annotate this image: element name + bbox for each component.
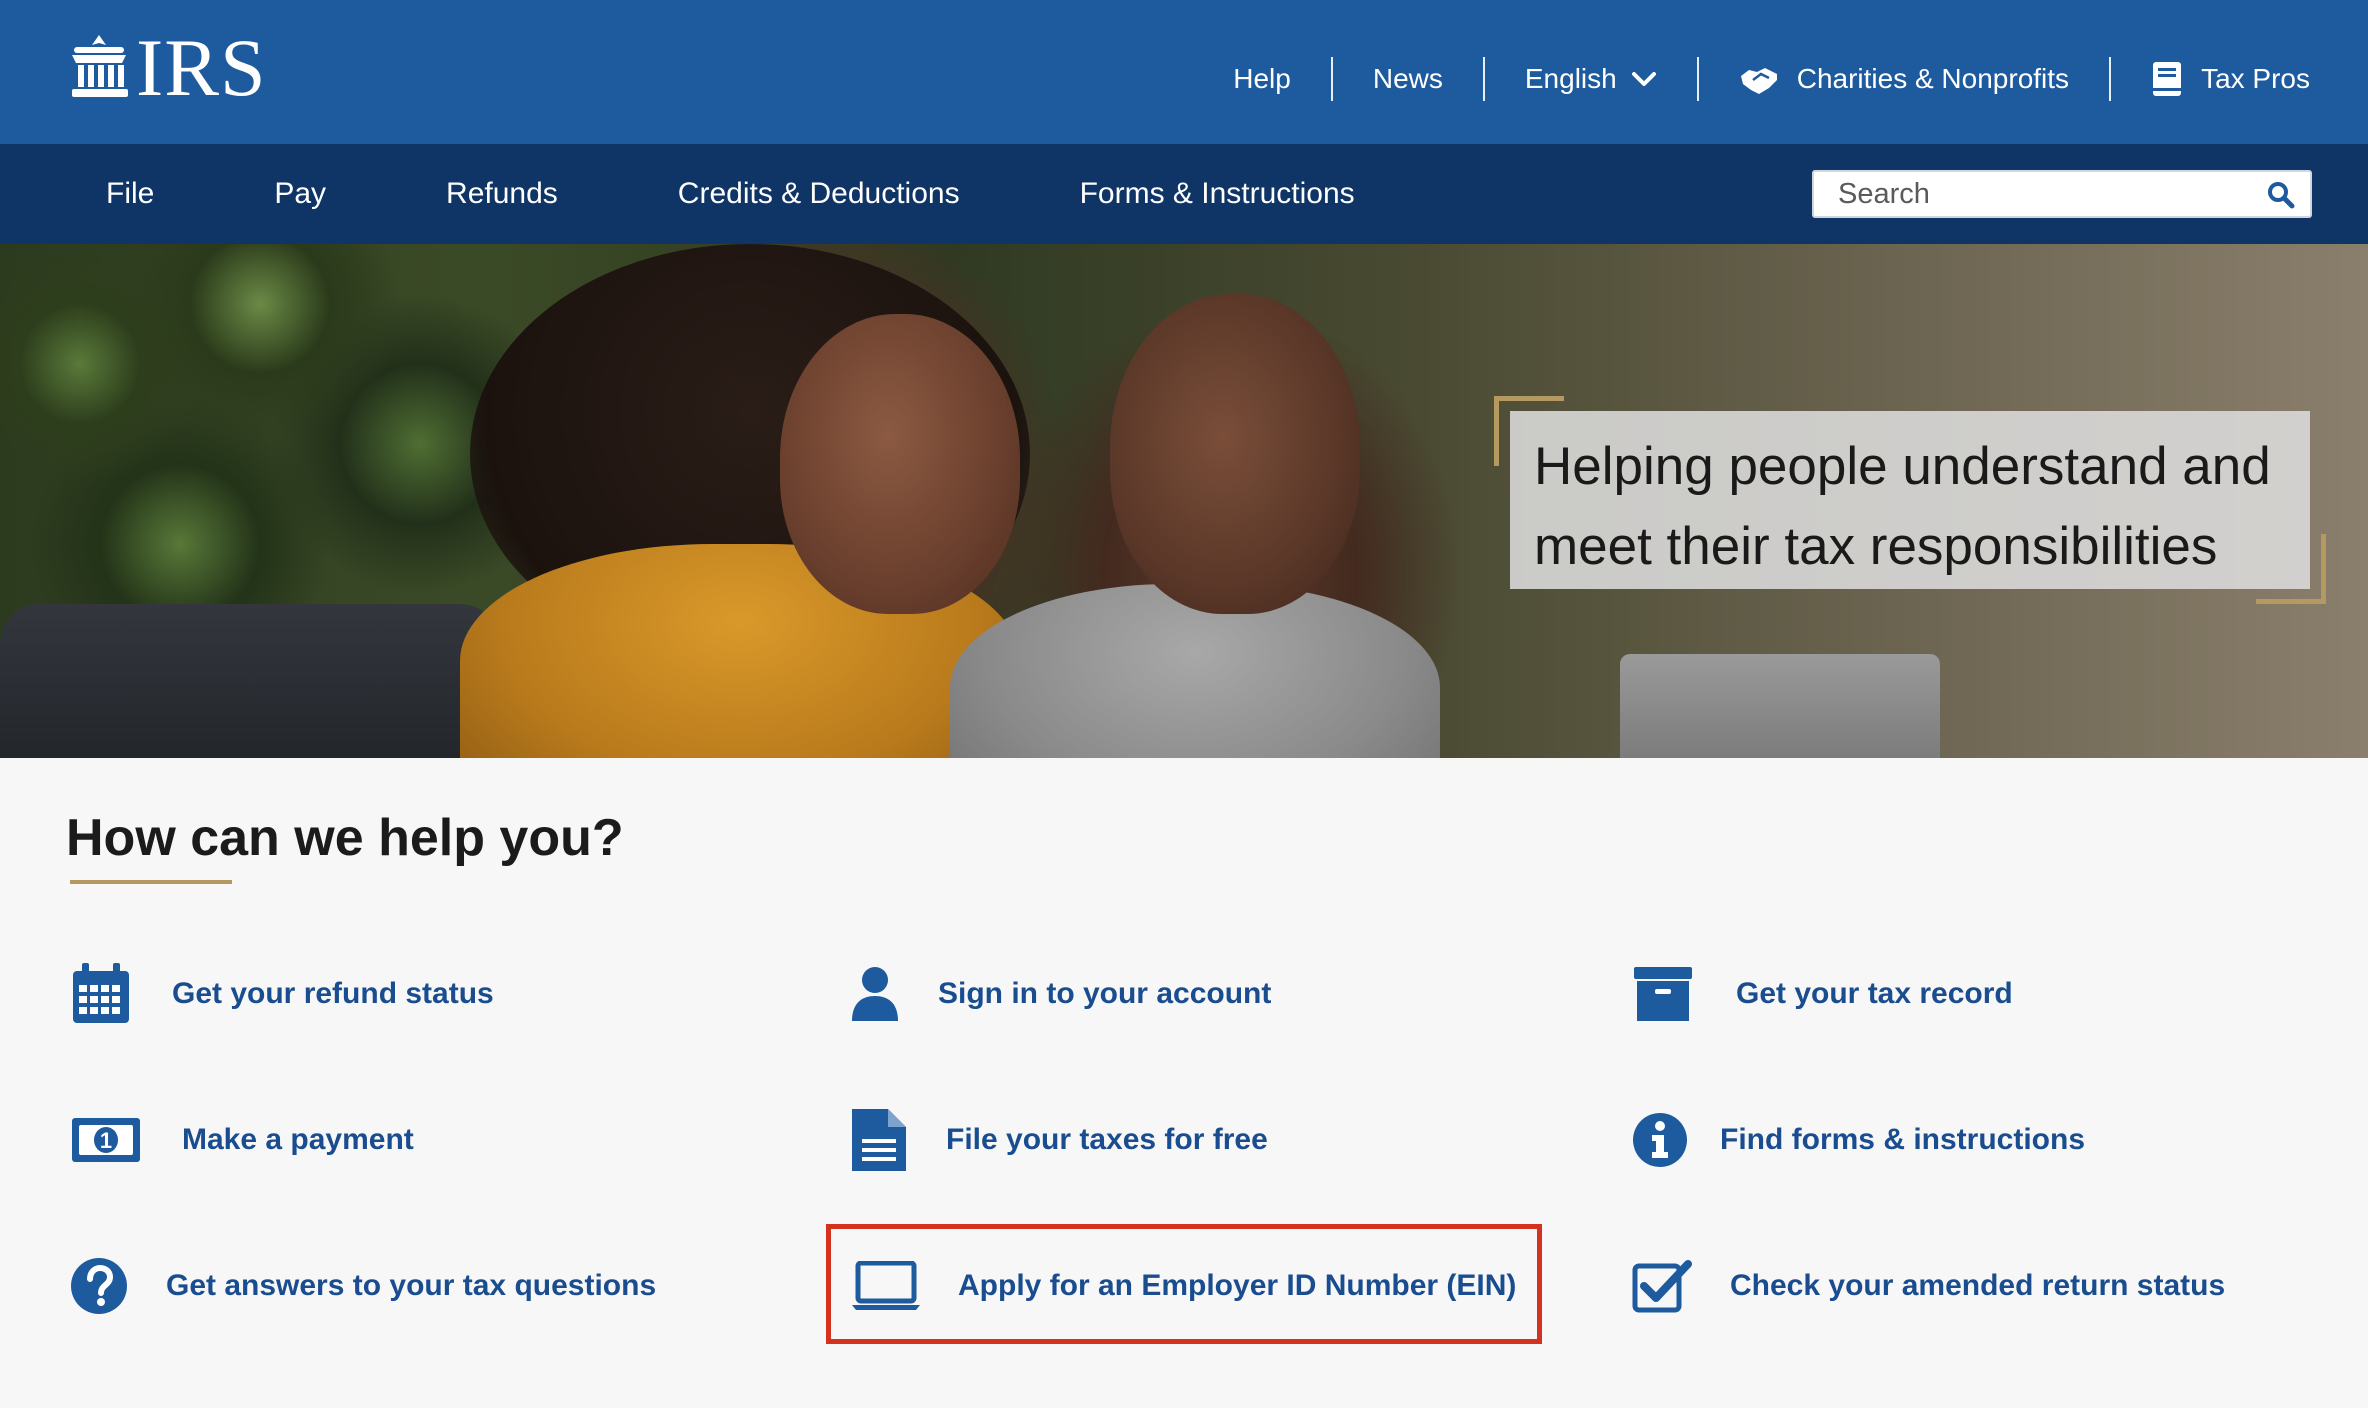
link-label: File your taxes for free: [946, 1123, 1268, 1156]
dollar-bill-icon: 1: [70, 1116, 142, 1164]
nav-item-file[interactable]: File: [106, 177, 154, 211]
logo-text: IRS: [136, 22, 267, 113]
nav-item-pay[interactable]: Pay: [274, 177, 326, 211]
link-find-forms[interactable]: Find forms & instructions: [1632, 1100, 2085, 1180]
nav-item-refunds[interactable]: Refunds: [446, 177, 558, 211]
search-box: [1812, 170, 2312, 218]
news-link[interactable]: News: [1333, 59, 1483, 99]
nav-item-credits-deductions[interactable]: Credits & Deductions: [678, 177, 960, 211]
link-tax-record[interactable]: Get your tax record: [1632, 954, 2013, 1034]
hero-laptop: [1620, 654, 1940, 758]
link-make-payment[interactable]: 1 Make a payment: [70, 1100, 414, 1180]
document-icon: [850, 1107, 908, 1173]
book-icon: [2151, 60, 2183, 98]
link-label: Get your refund status: [172, 977, 494, 1010]
nav-divider: [1482, 57, 1485, 101]
link-label: Sign in to your account: [938, 977, 1272, 1010]
archive-box-icon: [1632, 965, 1694, 1023]
language-label: English: [1524, 63, 1617, 94]
charities-link[interactable]: Charities & Nonprofits: [1699, 59, 2109, 99]
tax-pros-link-label: Tax Pros: [2201, 63, 2310, 94]
nav-divider: [2109, 57, 2112, 101]
nav-item-forms-instructions[interactable]: Forms & Instructions: [1080, 177, 1355, 211]
link-label: Check your amended return status: [1730, 1269, 2226, 1302]
hero-couch: [0, 604, 500, 758]
chevron-down-icon: [1631, 70, 1657, 88]
search-input[interactable]: [1814, 177, 2254, 211]
hero-man-shirt: [950, 584, 1440, 758]
handshake-icon: [1739, 62, 1779, 96]
heading-underline: [70, 880, 232, 884]
link-file-free[interactable]: File your taxes for free: [850, 1100, 1268, 1180]
nav-divider: [1330, 57, 1333, 101]
hero-woman-face: [780, 314, 1020, 614]
tagline-line-2: meet their tax responsibilities: [1534, 517, 2218, 576]
highlight-box: [826, 1224, 1542, 1344]
svg-text:1: 1: [100, 1128, 112, 1153]
link-label: Make a payment: [182, 1123, 414, 1156]
calendar-icon: [70, 961, 132, 1027]
user-icon: [850, 965, 900, 1023]
tax-pros-link[interactable]: Tax Pros: [2111, 59, 2310, 99]
info-icon: [1632, 1112, 1688, 1168]
link-tax-questions[interactable]: Get answers to your tax questions: [70, 1246, 656, 1326]
checkbox-icon: [1632, 1258, 1692, 1314]
nav-divider: [1696, 57, 1699, 101]
irs-logo[interactable]: IRS: [66, 22, 267, 113]
help-link-label: Help: [1233, 63, 1291, 94]
top-header: IRS Help News English Charities & Nonpro…: [0, 0, 2368, 144]
link-label: Find forms & instructions: [1720, 1123, 2086, 1156]
link-amended-return[interactable]: Check your amended return status: [1632, 1246, 2225, 1326]
link-refund-status[interactable]: Get your refund status: [70, 954, 494, 1034]
search-icon[interactable]: [2266, 180, 2296, 215]
question-icon: [70, 1257, 128, 1315]
eagle-icon: [66, 31, 132, 106]
tagline-bracket-bottom-right: [2256, 534, 2326, 604]
tagline-line-1: Helping people understand and: [1534, 437, 2271, 496]
hero-man-head: [1110, 294, 1360, 614]
hero-tagline: Helping people understand and meet their…: [1510, 411, 2310, 589]
utility-nav: Help News English Charities & Nonprofits…: [1193, 44, 2310, 114]
language-dropdown[interactable]: English: [1485, 59, 1697, 99]
link-sign-in[interactable]: Sign in to your account: [850, 954, 1271, 1034]
help-link[interactable]: Help: [1193, 59, 1331, 99]
news-link-label: News: [1372, 63, 1443, 94]
link-label: Get answers to your tax questions: [166, 1269, 657, 1302]
link-label: Get your tax record: [1736, 977, 2013, 1010]
help-heading: How can we help you?: [66, 809, 624, 867]
charities-link-label: Charities & Nonprofits: [1796, 63, 2070, 94]
